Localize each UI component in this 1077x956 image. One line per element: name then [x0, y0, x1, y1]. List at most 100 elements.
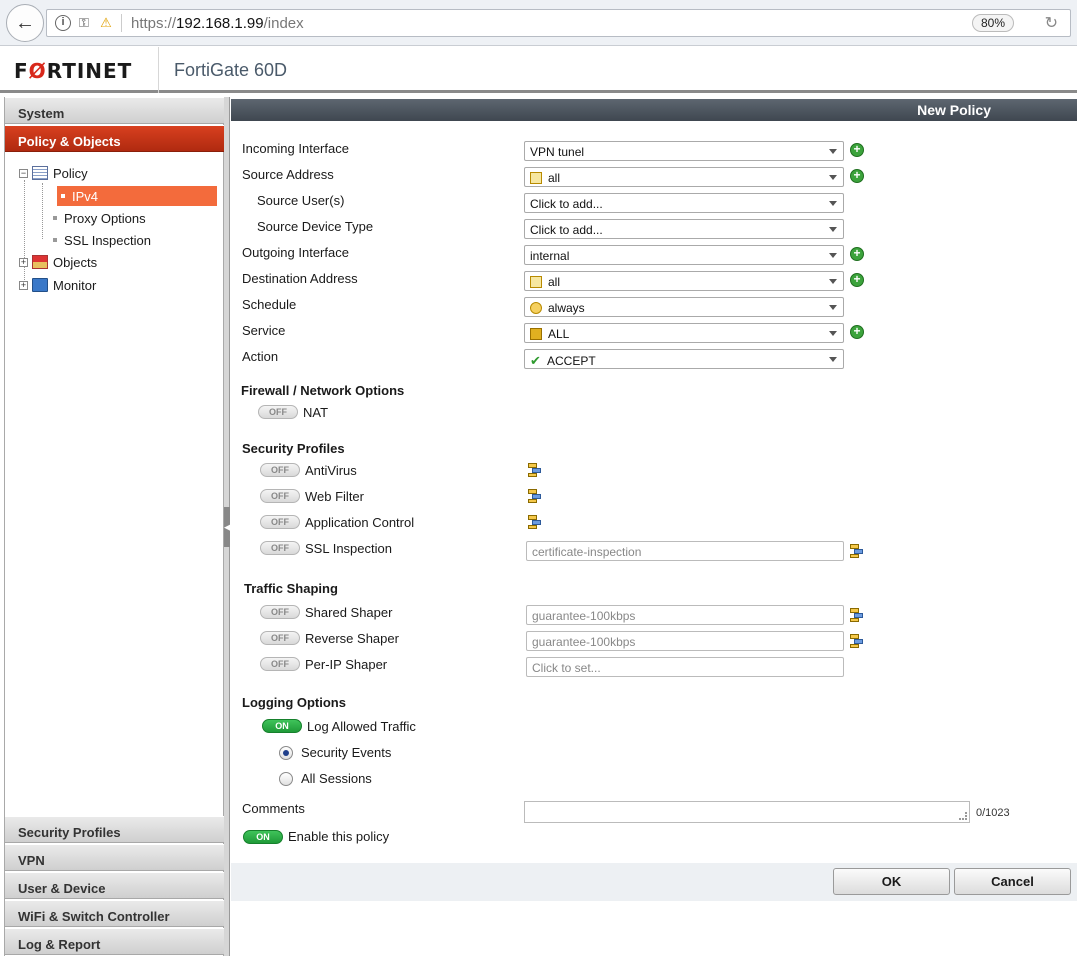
- button-bar: OK Cancel: [231, 863, 1077, 901]
- add-icon[interactable]: +: [850, 169, 864, 183]
- app-control-toggle[interactable]: OFF: [260, 515, 300, 529]
- security-profiles-title: Security Profiles: [242, 441, 345, 456]
- outgoing-interface-select[interactable]: internal: [524, 245, 844, 265]
- sidebar-splitter[interactable]: ◀: [224, 97, 231, 956]
- app-control-label: Application Control: [305, 515, 415, 530]
- policy-list-icon: [32, 166, 48, 180]
- service-select[interactable]: ALL: [524, 323, 844, 343]
- reload-icon[interactable]: ↻: [1045, 13, 1058, 33]
- log-allowed-toggle[interactable]: ON: [262, 719, 302, 733]
- antivirus-label: AntiVirus: [305, 463, 357, 478]
- nav-policy-objects[interactable]: Policy & Objects: [5, 125, 224, 152]
- all-sessions-label: All Sessions: [301, 771, 372, 786]
- comments-textarea[interactable]: [524, 801, 970, 823]
- nav-system[interactable]: System: [5, 97, 224, 124]
- action-select[interactable]: ✔ ACCEPT: [524, 349, 844, 369]
- outgoing-interface-row: Outgoing Interface internal +: [231, 245, 1077, 267]
- reverse-shaper-toggle[interactable]: OFF: [260, 631, 300, 645]
- schedule-select[interactable]: always: [524, 297, 844, 317]
- browser-toolbar: ← i ⚿ ⚠ https://192.168.1.99/index 80% ↻: [0, 0, 1077, 46]
- chevron-down-icon: [829, 279, 837, 284]
- cancel-button[interactable]: Cancel: [954, 868, 1071, 895]
- source-users-select[interactable]: Click to add...: [524, 193, 844, 213]
- nav-wifi-switch[interactable]: WiFi & Switch Controller: [5, 900, 224, 927]
- resize-grip-icon: [959, 812, 967, 820]
- info-icon[interactable]: i: [55, 15, 71, 31]
- service-icon: [530, 328, 542, 340]
- schedule-row: Schedule always: [231, 297, 1077, 319]
- chevron-down-icon: [829, 227, 837, 232]
- app-header: FØRTINET FortiGate 60D: [0, 47, 1077, 93]
- tree-proxy-options[interactable]: Proxy Options: [53, 208, 146, 228]
- chevron-down-icon: [829, 253, 837, 258]
- nav-log-report[interactable]: Log & Report: [5, 928, 224, 955]
- comments-label: Comments: [242, 801, 305, 816]
- lock-warning-icon[interactable]: ⚠: [97, 14, 115, 32]
- service-row: Service ALL +: [231, 323, 1077, 345]
- per-ip-shaper-toggle[interactable]: OFF: [260, 657, 300, 671]
- source-address-select[interactable]: all: [524, 167, 844, 187]
- bullet-icon: [53, 216, 57, 220]
- add-icon[interactable]: +: [850, 325, 864, 339]
- comments-counter: 0/1023: [976, 807, 1010, 819]
- shared-shaper-toggle[interactable]: OFF: [260, 605, 300, 619]
- address-icon: [530, 276, 542, 288]
- ssl-inspection-field[interactable]: certificate-inspection: [526, 541, 844, 561]
- collapse-icon[interactable]: −: [19, 168, 28, 178]
- expand-icon[interactable]: +: [19, 280, 28, 290]
- main-panel: New Policy Incoming Interface VPN tunel …: [231, 97, 1077, 956]
- chevron-down-icon: [829, 175, 837, 180]
- url-text[interactable]: https://192.168.1.99/index: [131, 15, 304, 32]
- collapse-sidebar-icon[interactable]: ◀: [224, 507, 231, 547]
- expand-icon[interactable]: +: [19, 257, 28, 267]
- tree-policy[interactable]: − Policy: [19, 163, 88, 183]
- profile-edit-icon[interactable]: [528, 515, 542, 529]
- per-ip-shaper-field[interactable]: Click to set...: [526, 657, 844, 677]
- chevron-down-icon: [829, 331, 837, 336]
- source-address-row: Source Address all +: [231, 167, 1077, 189]
- reverse-shaper-label: Reverse Shaper: [305, 631, 399, 646]
- tree-ssl-inspection[interactable]: SSL Inspection: [53, 230, 151, 250]
- nav-user-device[interactable]: User & Device: [5, 872, 224, 899]
- back-button[interactable]: ←: [6, 4, 44, 42]
- ssl-inspection-toggle[interactable]: OFF: [260, 541, 300, 555]
- profile-edit-icon[interactable]: [528, 489, 542, 503]
- action-row: Action ✔ ACCEPT: [231, 349, 1077, 371]
- profile-edit-icon[interactable]: [850, 634, 864, 648]
- log-allowed-label: Log Allowed Traffic: [307, 719, 416, 734]
- reverse-shaper-field[interactable]: guarantee-100kbps: [526, 631, 844, 651]
- all-sessions-radio[interactable]: [279, 772, 293, 786]
- nav-vpn[interactable]: VPN: [5, 844, 224, 871]
- zoom-level[interactable]: 80%: [971, 14, 1014, 32]
- firewall-options-title: Firewall / Network Options: [241, 383, 405, 398]
- nav-security-profiles[interactable]: Security Profiles: [5, 816, 224, 843]
- per-ip-shaper-label: Per-IP Shaper: [305, 657, 388, 672]
- profile-edit-icon[interactable]: [850, 544, 864, 558]
- ssl-inspection-label: SSL Inspection: [305, 541, 392, 556]
- address-bar[interactable]: i ⚿ ⚠ https://192.168.1.99/index 80% ↻: [46, 9, 1071, 37]
- tree-objects[interactable]: + Objects: [19, 252, 97, 272]
- source-device-type-select[interactable]: Click to add...: [524, 219, 844, 239]
- incoming-interface-row: Incoming Interface VPN tunel +: [231, 141, 1077, 163]
- profile-edit-icon[interactable]: [528, 463, 542, 477]
- logging-options-title: Logging Options: [242, 695, 346, 710]
- add-icon[interactable]: +: [850, 143, 864, 157]
- source-device-type-row: Source Device Type Click to add...: [231, 219, 1077, 241]
- web-filter-toggle[interactable]: OFF: [260, 489, 300, 503]
- incoming-interface-select[interactable]: VPN tunel: [524, 141, 844, 161]
- tree-monitor[interactable]: + Monitor: [19, 275, 96, 295]
- chevron-down-icon: [829, 305, 837, 310]
- add-icon[interactable]: +: [850, 247, 864, 261]
- tree-ipv4[interactable]: IPv4: [57, 186, 217, 206]
- security-events-radio[interactable]: [279, 746, 293, 760]
- ok-button[interactable]: OK: [833, 868, 950, 895]
- shared-shaper-field[interactable]: guarantee-100kbps: [526, 605, 844, 625]
- add-icon[interactable]: +: [850, 273, 864, 287]
- bullet-icon: [61, 194, 65, 198]
- destination-address-select[interactable]: all: [524, 271, 844, 291]
- nat-toggle[interactable]: OFF: [258, 405, 298, 419]
- profile-edit-icon[interactable]: [850, 608, 864, 622]
- bullet-icon: [53, 238, 57, 242]
- enable-policy-toggle[interactable]: ON: [243, 830, 283, 844]
- antivirus-toggle[interactable]: OFF: [260, 463, 300, 477]
